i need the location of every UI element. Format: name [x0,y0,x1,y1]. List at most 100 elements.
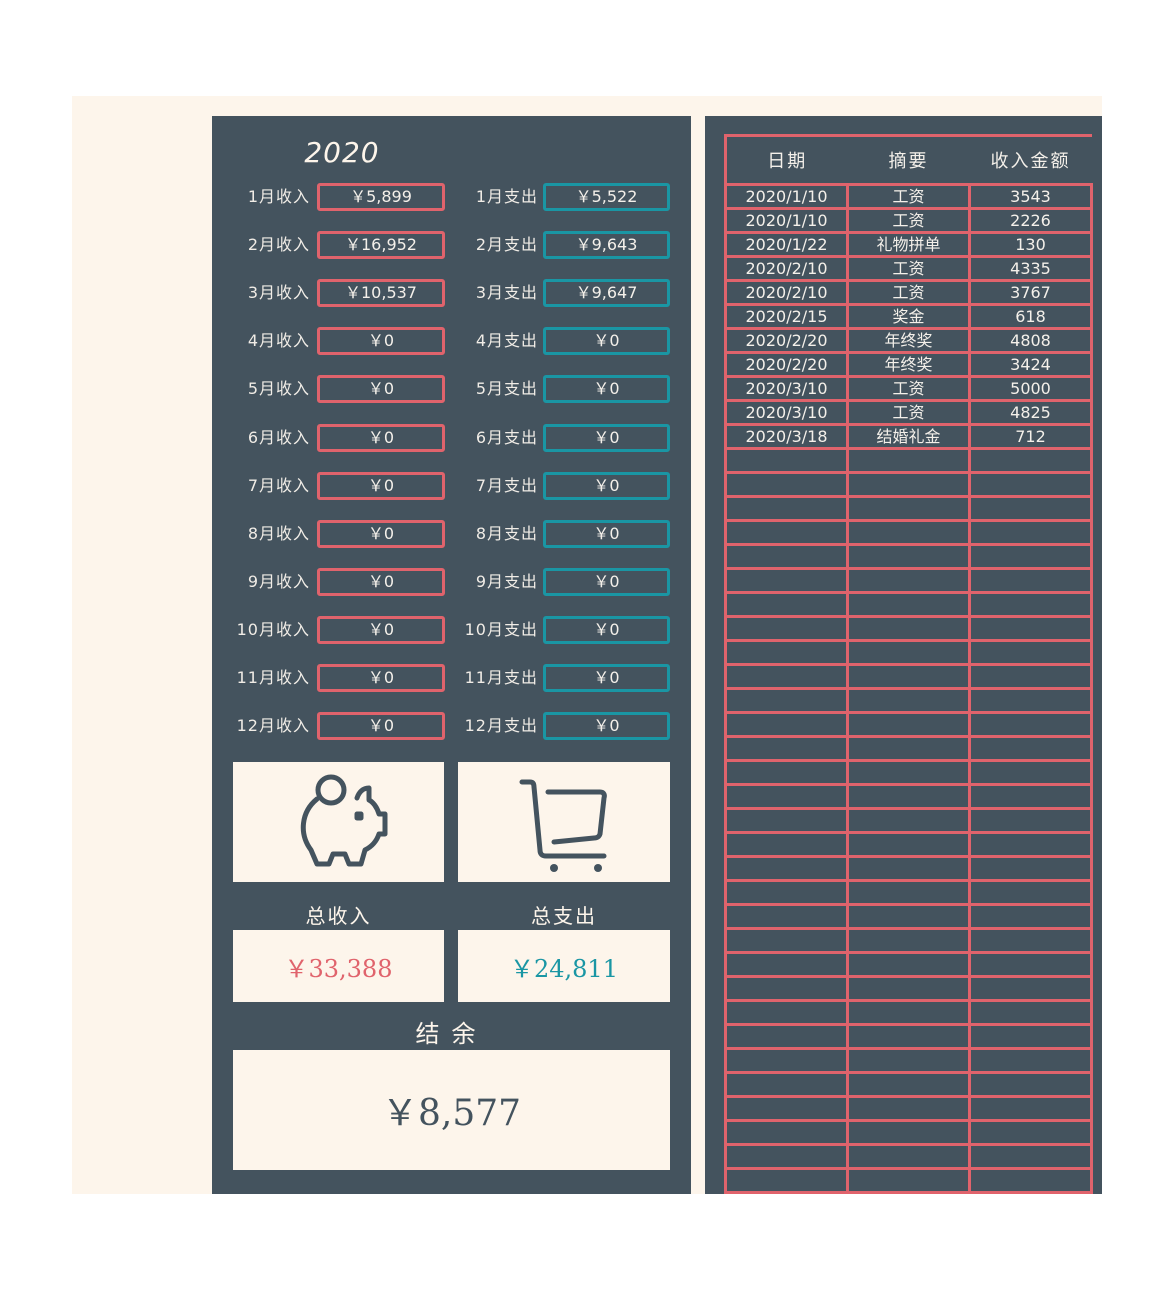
empty-cell[interactable] [968,1119,1093,1146]
month-income-cell[interactable]: ￥0 [317,712,445,740]
empty-cell[interactable] [724,903,849,930]
cell-summary[interactable]: 年终奖 [846,351,971,378]
empty-cell[interactable] [846,879,971,906]
empty-cell[interactable] [724,879,849,906]
cell-date[interactable]: 2020/1/10 [724,183,849,210]
month-expense-cell[interactable]: ￥0 [543,375,670,403]
cell-amount[interactable]: 4808 [968,327,1093,354]
month-income-cell[interactable]: ￥0 [317,424,445,452]
month-income-cell[interactable]: ￥0 [317,327,445,355]
empty-cell[interactable] [846,1047,971,1074]
empty-cell[interactable] [968,975,1093,1002]
empty-cell[interactable] [846,519,971,546]
empty-cell[interactable] [846,735,971,762]
empty-cell[interactable] [724,567,849,594]
empty-cell[interactable] [846,759,971,786]
cell-amount[interactable]: 3424 [968,351,1093,378]
empty-cell[interactable] [724,663,849,690]
cell-summary[interactable]: 礼物拼单 [846,231,971,258]
month-expense-cell[interactable]: ￥5,522 [543,183,670,211]
cell-amount[interactable]: 618 [968,303,1093,330]
empty-cell[interactable] [846,663,971,690]
cell-date[interactable]: 2020/2/10 [724,255,849,282]
empty-cell[interactable] [724,543,849,570]
empty-cell[interactable] [968,567,1093,594]
header-date[interactable]: 日期 [724,134,848,186]
month-expense-cell[interactable]: ￥0 [543,424,670,452]
cell-amount[interactable]: 3767 [968,279,1093,306]
empty-cell[interactable] [968,951,1093,978]
empty-cell[interactable] [724,975,849,1002]
empty-cell[interactable] [968,471,1093,498]
empty-cell[interactable] [846,567,971,594]
cell-date[interactable]: 2020/3/10 [724,375,849,402]
empty-cell[interactable] [968,615,1093,642]
cell-date[interactable]: 2020/2/10 [724,279,849,306]
empty-cell[interactable] [846,687,971,714]
empty-cell[interactable] [968,807,1093,834]
month-expense-cell[interactable]: ￥0 [543,327,670,355]
empty-cell[interactable] [968,855,1093,882]
empty-cell[interactable] [846,783,971,810]
empty-cell[interactable] [724,927,849,954]
empty-cell[interactable] [724,591,849,618]
empty-cell[interactable] [846,999,971,1026]
cell-summary[interactable]: 工资 [846,183,971,210]
empty-cell[interactable] [968,711,1093,738]
cell-date[interactable]: 2020/2/20 [724,327,849,354]
empty-cell[interactable] [968,927,1093,954]
cell-date[interactable]: 2020/2/15 [724,303,849,330]
month-expense-cell[interactable]: ￥0 [543,712,670,740]
empty-cell[interactable] [846,639,971,666]
empty-cell[interactable] [968,879,1093,906]
empty-cell[interactable] [724,951,849,978]
empty-cell[interactable] [846,471,971,498]
empty-cell[interactable] [846,855,971,882]
empty-cell[interactable] [846,591,971,618]
empty-cell[interactable] [724,447,849,474]
month-expense-cell[interactable]: ￥0 [543,520,670,548]
empty-cell[interactable] [724,759,849,786]
empty-cell[interactable] [968,1167,1093,1194]
empty-cell[interactable] [968,591,1093,618]
empty-cell[interactable] [846,1143,971,1170]
month-income-cell[interactable]: ￥0 [317,472,445,500]
cell-amount[interactable]: 5000 [968,375,1093,402]
month-income-cell[interactable]: ￥0 [317,616,445,644]
month-income-cell[interactable]: ￥0 [317,375,445,403]
empty-cell[interactable] [724,831,849,858]
empty-cell[interactable] [724,999,849,1026]
empty-cell[interactable] [846,807,971,834]
empty-cell[interactable] [968,519,1093,546]
empty-cell[interactable] [968,447,1093,474]
cell-amount[interactable]: 4825 [968,399,1093,426]
empty-cell[interactable] [846,975,971,1002]
cell-summary[interactable]: 年终奖 [846,327,971,354]
cell-amount[interactable]: 2226 [968,207,1093,234]
cell-summary[interactable]: 工资 [846,399,971,426]
empty-cell[interactable] [724,711,849,738]
empty-cell[interactable] [968,903,1093,930]
empty-cell[interactable] [724,1143,849,1170]
empty-cell[interactable] [968,495,1093,522]
cell-date[interactable]: 2020/1/22 [724,231,849,258]
empty-cell[interactable] [846,903,971,930]
empty-cell[interactable] [968,1023,1093,1050]
empty-cell[interactable] [846,927,971,954]
month-income-cell[interactable]: ￥5,899 [317,183,445,211]
empty-cell[interactable] [724,1047,849,1074]
empty-cell[interactable] [968,663,1093,690]
empty-cell[interactable] [846,495,971,522]
month-expense-cell[interactable]: ￥9,647 [543,279,670,307]
month-income-cell[interactable]: ￥16,952 [317,231,445,259]
cell-date[interactable]: 2020/3/10 [724,399,849,426]
cell-date[interactable]: 2020/3/18 [724,423,849,450]
cell-amount[interactable]: 3543 [968,183,1093,210]
cell-amount[interactable]: 712 [968,423,1093,450]
cell-summary[interactable]: 工资 [846,255,971,282]
empty-cell[interactable] [846,1095,971,1122]
empty-cell[interactable] [724,615,849,642]
empty-cell[interactable] [968,999,1093,1026]
cell-amount[interactable]: 4335 [968,255,1093,282]
empty-cell[interactable] [724,1167,849,1194]
